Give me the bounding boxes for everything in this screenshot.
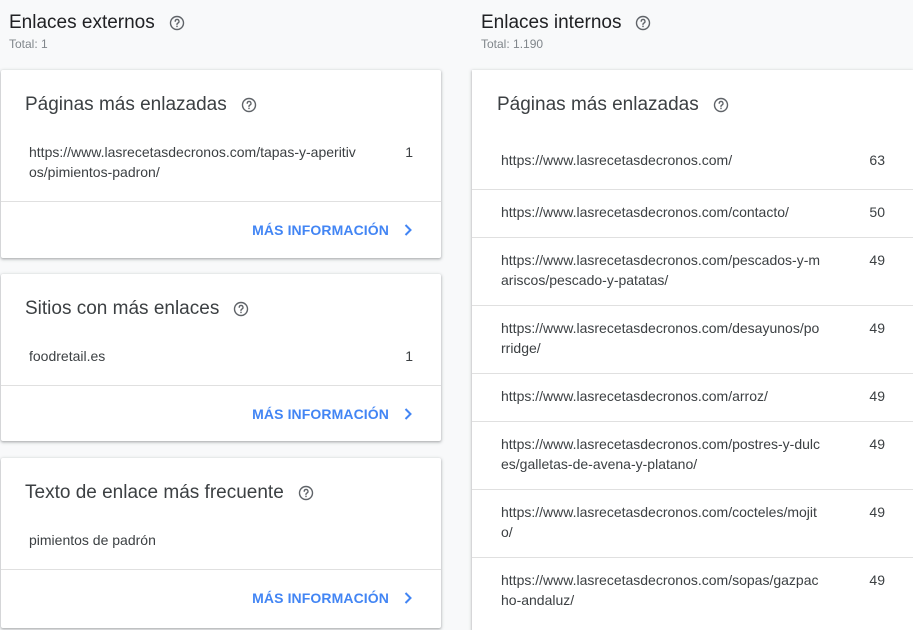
chevron-right-icon [403, 591, 413, 605]
link-url[interactable]: https://www.lasrecetasdecronos.com/pesca… [501, 250, 821, 290]
more-info-label: MÁS INFORMACIÓN [252, 405, 389, 422]
help-icon[interactable] [713, 97, 729, 113]
list-item[interactable]: pimientos de padrón [1, 522, 441, 569]
card-top-linked-pages-external: Páginas más enlazadas https://www.lasrec… [1, 70, 441, 258]
section-total: Total: 1 [9, 37, 48, 51]
chevron-right-icon [403, 223, 413, 237]
table-row[interactable]: https://www.lasrecetasdecronos.com/desay… [472, 306, 913, 374]
help-icon[interactable] [169, 15, 185, 31]
card-footer: MÁS INFORMACIÓN [1, 385, 441, 441]
link-count: 49 [869, 504, 885, 520]
link-url[interactable]: https://www.lasrecetasdecronos.com/tapas… [29, 142, 359, 182]
card-title: Sitios con más enlaces [25, 298, 220, 319]
help-icon[interactable] [233, 301, 249, 317]
link-url[interactable]: https://www.lasrecetasdecronos.com/arroz… [501, 386, 821, 406]
section-title: Enlaces externos [9, 12, 155, 33]
link-url[interactable]: https://www.lasrecetasdecronos.com/sopas… [501, 570, 821, 610]
card-footer: MÁS INFORMACIÓN [1, 569, 441, 625]
link-url[interactable]: https://www.lasrecetasdecronos.com/cocte… [501, 502, 821, 542]
link-url[interactable]: https://www.lasrecetasdecronos.com/conta… [501, 202, 821, 222]
help-icon[interactable] [635, 15, 651, 31]
card-top-linking-sites: Sitios con más enlaces foodretail.es 1 M… [1, 274, 441, 441]
more-info-button[interactable]: MÁS INFORMACIÓN [252, 222, 413, 238]
card-top-linked-pages-internal: Páginas más enlazadas https://www.lasrec… [472, 70, 913, 630]
more-info-button[interactable]: MÁS INFORMACIÓN [252, 406, 413, 422]
internal-links-table: https://www.lasrecetasdecronos.com/ 63 h… [472, 142, 913, 626]
list-item[interactable]: https://www.lasrecetasdecronos.com/tapas… [1, 134, 441, 201]
anchor-text[interactable]: pimientos de padrón [29, 530, 359, 550]
link-count: 49 [869, 572, 885, 588]
link-count: 49 [869, 320, 885, 336]
link-count: 49 [869, 436, 885, 452]
more-info-label: MÁS INFORMACIÓN [252, 221, 389, 238]
more-info-button[interactable]: MÁS INFORMACIÓN [252, 590, 413, 606]
link-url[interactable]: https://www.lasrecetasdecronos.com/desay… [501, 318, 821, 358]
link-count: 49 [869, 252, 885, 268]
chevron-right-icon [403, 407, 413, 421]
internal-links-column: Enlaces internos Total: 1.190 [472, 0, 913, 58]
table-row[interactable]: https://www.lasrecetasdecronos.com/cocte… [472, 490, 913, 558]
internal-links-header: Enlaces internos Total: 1.190 [472, 0, 913, 58]
card-title: Texto de enlace más frecuente [25, 482, 284, 503]
card-title: Páginas más enlazadas [497, 94, 699, 115]
link-count: 63 [869, 152, 885, 168]
link-url[interactable]: https://www.lasrecetasdecronos.com/postr… [501, 434, 821, 474]
external-links-header: Enlaces externos Total: 1 [0, 0, 445, 58]
more-info-label: MÁS INFORMACIÓN [252, 589, 389, 606]
help-icon[interactable] [241, 97, 257, 113]
card-top-anchor-text: Texto de enlace más frecuente pimientos … [1, 458, 441, 628]
table-row[interactable]: https://www.lasrecetasdecronos.com/ 63 [472, 142, 913, 190]
card-footer: MÁS INFORMACIÓN [1, 201, 441, 257]
link-count: 50 [869, 204, 885, 220]
link-count: 1 [405, 348, 413, 364]
table-row[interactable]: https://www.lasrecetasdecronos.com/sopas… [472, 558, 913, 626]
help-icon[interactable] [298, 485, 314, 501]
external-links-column: Enlaces externos Total: 1 [0, 0, 445, 58]
table-row[interactable]: https://www.lasrecetasdecronos.com/postr… [472, 422, 913, 490]
site-name[interactable]: foodretail.es [29, 346, 359, 366]
section-total: Total: 1.190 [481, 37, 544, 51]
card-title: Páginas más enlazadas [25, 94, 227, 115]
link-count: 49 [869, 388, 885, 404]
link-url[interactable]: https://www.lasrecetasdecronos.com/ [501, 150, 821, 170]
list-item[interactable]: foodretail.es 1 [1, 338, 441, 385]
link-count: 1 [405, 144, 413, 160]
table-row[interactable]: https://www.lasrecetasdecronos.com/conta… [472, 190, 913, 238]
table-row[interactable]: https://www.lasrecetasdecronos.com/pesca… [472, 238, 913, 306]
table-row[interactable]: https://www.lasrecetasdecronos.com/arroz… [472, 374, 913, 422]
section-title: Enlaces internos [481, 12, 622, 33]
